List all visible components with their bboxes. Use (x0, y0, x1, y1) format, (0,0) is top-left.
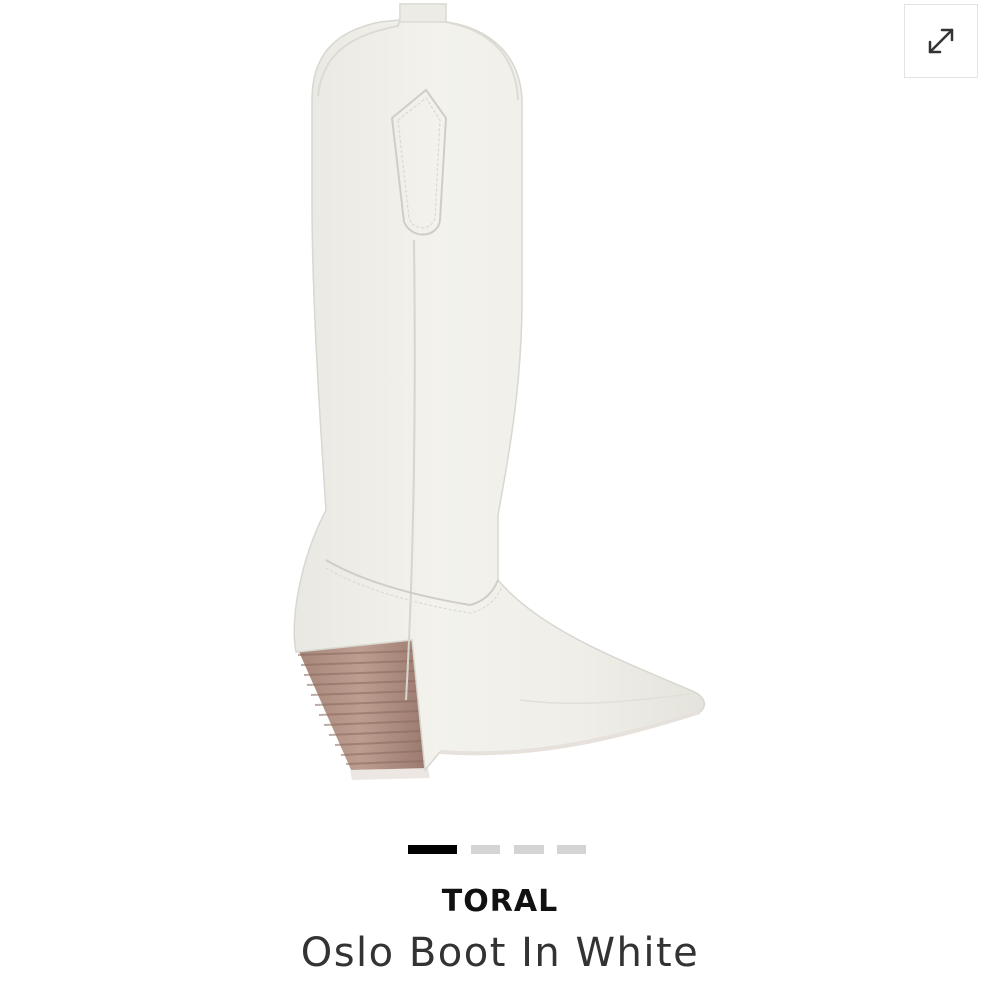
brand-name[interactable]: TORAL (0, 884, 1000, 919)
slide-indicator-3[interactable] (514, 845, 544, 854)
slide-indicator-2[interactable] (471, 845, 500, 854)
slide-indicators (0, 845, 1000, 855)
product-title: Oslo Boot In White (300, 930, 700, 976)
product-page: TORAL Oslo Boot In White (0, 0, 1000, 1000)
expand-arrows-icon (928, 28, 954, 54)
product-image-gallery[interactable] (0, 0, 1000, 830)
slide-indicator-1[interactable] (408, 845, 457, 854)
expand-button[interactable] (904, 4, 978, 78)
product-image[interactable] (280, 0, 720, 800)
slide-indicator-4[interactable] (557, 845, 586, 854)
